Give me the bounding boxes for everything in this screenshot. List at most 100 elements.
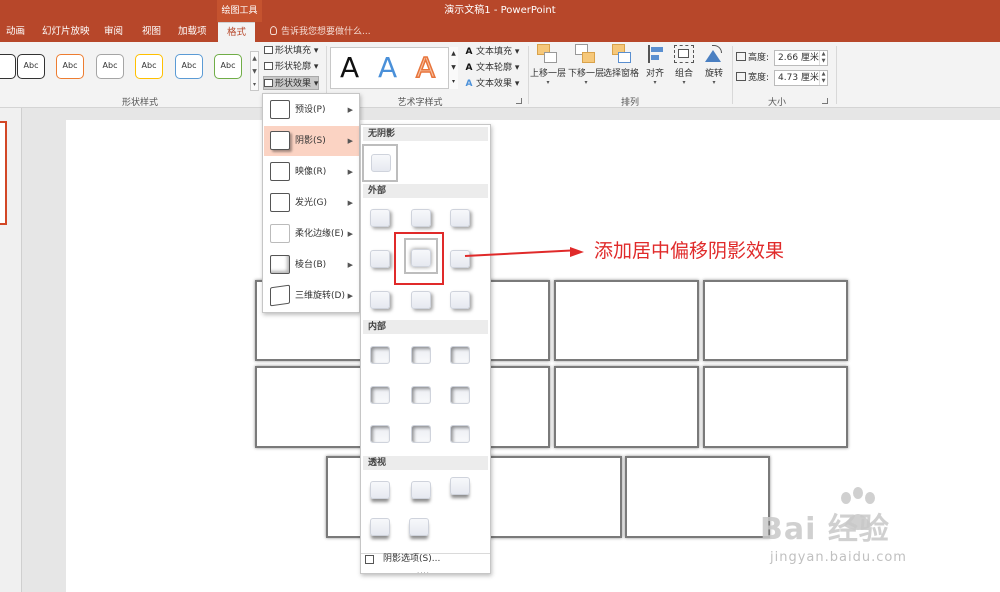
scroll-down-icon[interactable]: ▼ xyxy=(449,61,458,75)
shadow-outer-option[interactable] xyxy=(450,291,470,309)
shape-style-swatch[interactable]: Abc xyxy=(175,54,203,79)
text-effects-button[interactable]: A 文本效果 ▾ xyxy=(464,77,520,91)
shadow-options-icon xyxy=(365,555,374,564)
shadow-icon xyxy=(270,131,290,150)
group-label-shape-styles: 形状样式 xyxy=(121,98,158,108)
shadow-perspective-option[interactable] xyxy=(409,518,429,536)
menu-item-bevel[interactable]: 棱台(B) ▶ xyxy=(264,250,359,280)
shadow-perspective-option[interactable] xyxy=(370,518,390,536)
shadow-outer-option[interactable] xyxy=(450,250,470,268)
shadow-outer-option[interactable] xyxy=(370,250,390,268)
text-outline-button[interactable]: A 文本轮廓 ▾ xyxy=(464,61,520,75)
slide-rectangle[interactable] xyxy=(554,280,699,361)
shadow-inner-option[interactable] xyxy=(411,386,431,404)
shape-outline-button[interactable]: 形状轮廓 ▾ xyxy=(264,60,318,74)
shadow-inner-option[interactable] xyxy=(450,425,470,443)
slide-rectangle[interactable] xyxy=(625,456,770,538)
width-input[interactable]: 4.73 厘米 ▲ ▼ xyxy=(774,70,828,86)
selection-pane-button[interactable]: 选择窗格 xyxy=(603,44,639,79)
menu-item-preset[interactable]: 预设(P) ▶ xyxy=(264,95,359,125)
menu-item-reflection[interactable]: 映像(R) ▶ xyxy=(264,157,359,187)
height-row: 高度: 2.66 厘米 ▲ ▼ xyxy=(736,50,828,66)
width-spinner[interactable]: ▲ ▼ xyxy=(819,71,827,85)
group-label-size: 大小 xyxy=(767,98,786,108)
tab-format[interactable]: 格式 xyxy=(218,22,256,42)
gallery-more-icon[interactable]: ▾ xyxy=(449,75,458,89)
wordart-gallery-scroll[interactable]: ▲ ▼ ▾ xyxy=(448,47,458,89)
text-fill-icon: A xyxy=(465,47,473,57)
shadow-inner-option[interactable] xyxy=(450,346,470,364)
selection-pane-icon xyxy=(610,44,632,64)
watermark-brand: Bai 经验 xyxy=(760,512,890,547)
shape-style-gallery-scroll[interactable]: ▲ ▼ ▾ xyxy=(250,51,259,91)
shape-fill-button[interactable]: 形状填充 ▾ xyxy=(264,44,318,58)
paint-bucket-icon xyxy=(264,46,273,54)
shape-effects-button[interactable]: 形状效果 ▾ xyxy=(263,76,320,90)
shape-style-swatch[interactable]: Abc xyxy=(56,54,84,79)
text-fill-button[interactable]: A 文本填充 ▾ xyxy=(464,45,520,59)
align-button[interactable]: 对齐 ▾ xyxy=(641,44,669,86)
gallery-more-icon[interactable]: ▾ xyxy=(251,78,258,91)
slide-rectangle[interactable] xyxy=(703,280,848,361)
menu-item-3d-rotation[interactable]: 三维旋转(D) ▶ xyxy=(264,281,359,311)
bring-forward-button[interactable]: 上移一层 ▾ xyxy=(528,44,568,86)
shadow-outer-option[interactable] xyxy=(411,291,431,309)
scroll-down-icon[interactable]: ▼ xyxy=(251,65,258,78)
shape-style-swatch[interactable]: Abc xyxy=(17,54,45,79)
shadow-perspective-option[interactable] xyxy=(411,481,431,499)
resize-grip-icon[interactable]: ···· xyxy=(417,569,430,577)
group-label-arrange: 排列 xyxy=(620,98,639,108)
text-outline-icon: A xyxy=(465,63,473,73)
tab-slideshow[interactable]: 幻灯片放映 xyxy=(42,22,90,42)
preset-icon xyxy=(270,100,290,119)
menu-item-glow[interactable]: 发光(G) ▶ xyxy=(264,188,359,218)
soft-edges-icon xyxy=(270,224,290,243)
tab-addins[interactable]: 加载项 xyxy=(178,22,207,42)
section-outer: 外部 xyxy=(363,184,488,198)
shadow-outer-option[interactable] xyxy=(370,291,390,309)
wordart-style-blue[interactable]: A xyxy=(378,53,397,83)
slide-rectangle[interactable] xyxy=(554,366,699,448)
tab-animations[interactable]: 动画 xyxy=(6,22,25,42)
shadow-inner-option[interactable] xyxy=(411,425,431,443)
shape-style-swatch[interactable]: Abc xyxy=(135,54,163,79)
shadow-outer-option[interactable] xyxy=(450,209,470,227)
shadow-outer-option[interactable] xyxy=(411,209,431,227)
slide-rectangle[interactable] xyxy=(703,366,848,448)
scroll-up-icon[interactable]: ▲ xyxy=(251,52,258,65)
tell-me-box[interactable]: 告诉我您想要做什么... xyxy=(270,22,371,42)
shape-style-swatch[interactable]: Abc xyxy=(96,54,124,79)
group-button[interactable]: 组合 ▾ xyxy=(670,44,698,86)
send-backward-button[interactable]: 下移一层 ▾ xyxy=(566,44,606,86)
shadow-inner-option[interactable] xyxy=(450,386,470,404)
menu-item-soft-edges[interactable]: 柔化边缘(E) ▶ xyxy=(264,219,359,249)
height-spinner[interactable]: ▲ ▼ xyxy=(819,51,827,65)
submenu-arrow-icon: ▶ xyxy=(347,292,353,300)
shape-style-swatch[interactable]: Abc xyxy=(214,54,242,79)
shadow-inner-option[interactable] xyxy=(370,425,390,443)
tab-view[interactable]: 视图 xyxy=(142,22,161,42)
shadow-perspective-option[interactable] xyxy=(450,477,470,495)
shadow-options-item[interactable]: 阴影选项(S)... xyxy=(383,552,440,566)
shape-style-swatch[interactable] xyxy=(0,54,16,79)
shadow-none-option[interactable] xyxy=(362,144,398,182)
tab-review[interactable]: 审阅 xyxy=(104,22,123,42)
shadow-outer-option[interactable] xyxy=(370,209,390,227)
shadow-inner-option[interactable] xyxy=(370,386,390,404)
size-dialog-launcher-icon[interactable] xyxy=(822,98,828,104)
height-input[interactable]: 2.66 厘米 ▲ ▼ xyxy=(774,50,828,66)
send-backward-icon xyxy=(575,44,597,64)
section-perspective: 透视 xyxy=(363,456,488,470)
menu-item-shadow[interactable]: 阴影(S) ▶ xyxy=(264,126,359,156)
wordart-style-black[interactable]: A xyxy=(340,53,359,83)
shadow-perspective-option[interactable] xyxy=(370,481,390,499)
rotate-button[interactable]: 旋转 ▾ xyxy=(700,44,728,86)
wordart-style-orange[interactable]: A xyxy=(415,52,436,84)
section-no-shadow: 无阴影 xyxy=(363,127,488,141)
slide-thumbnail[interactable] xyxy=(0,121,7,225)
shadow-inner-option[interactable] xyxy=(411,346,431,364)
wordart-dialog-launcher-icon[interactable] xyxy=(516,98,522,104)
slide-rectangle[interactable] xyxy=(476,456,622,538)
scroll-up-icon[interactable]: ▲ xyxy=(449,47,458,61)
shadow-inner-option[interactable] xyxy=(370,346,390,364)
